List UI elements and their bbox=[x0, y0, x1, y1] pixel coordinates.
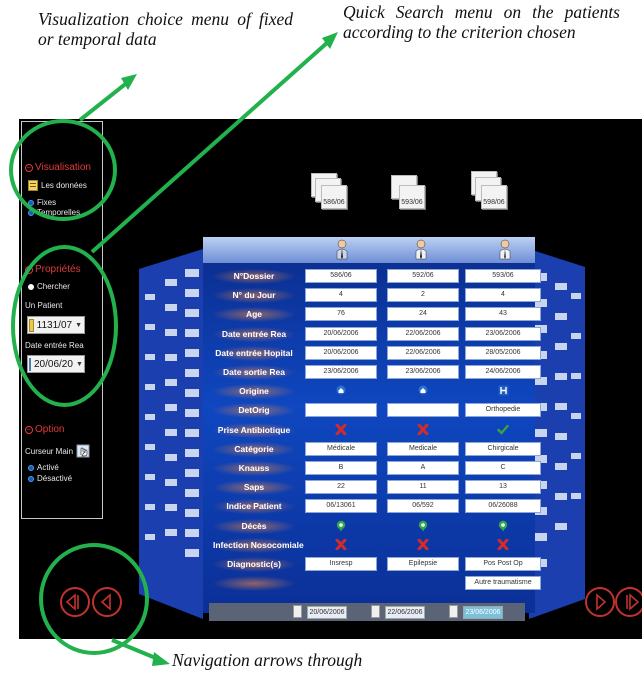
annotation-arrows bbox=[78, 32, 338, 666]
